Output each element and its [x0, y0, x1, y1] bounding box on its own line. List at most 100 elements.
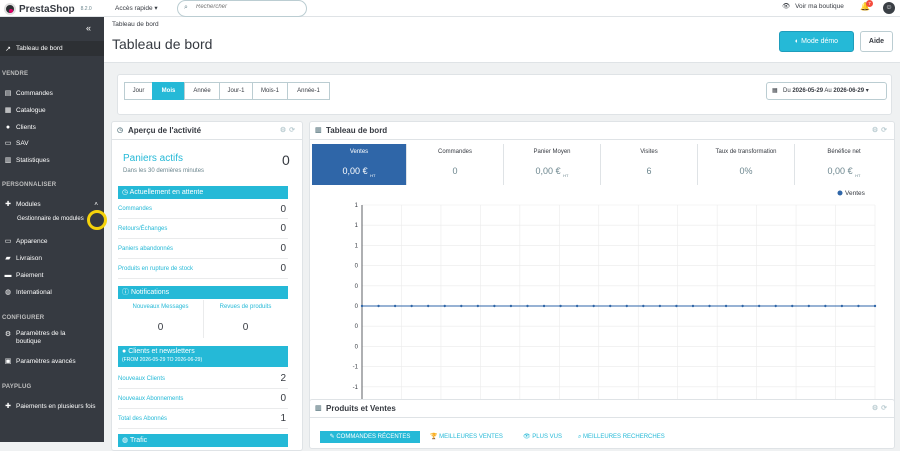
view-shop-label: Voir ma boutique [795, 3, 844, 10]
y-tick-label: 0 [355, 284, 359, 290]
search-box[interactable]: ⌕ [177, 0, 307, 17]
sales-data-point [393, 304, 397, 308]
refresh-icon[interactable]: ⟳ [289, 127, 298, 134]
config-icon[interactable]: ⚙ [872, 127, 881, 134]
eye-icon: 👁 [782, 3, 791, 10]
y-tick-label: 1 [355, 203, 359, 209]
notifications-section-header: ⓘ Notifications [118, 286, 288, 299]
collapse-sidebar-icon[interactable]: « [86, 23, 91, 33]
sidebar-item-catalog[interactable]: ▦ Catalogue [0, 104, 104, 116]
sidebar-item-customers[interactable]: ● Clients [0, 121, 104, 133]
active-carts-value: 0 [282, 152, 290, 168]
search-input[interactable] [196, 4, 296, 10]
sidebar-item-international[interactable]: ◍ International [0, 286, 104, 298]
sidebar-item-shop-params[interactable]: ⚙ Paramètres de la boutique [0, 330, 104, 350]
sales-data-point [824, 304, 827, 308]
sales-data-point [526, 304, 529, 308]
user-avatar[interactable]: ☺ [883, 2, 895, 14]
kpi-visits[interactable]: Visites 6 [601, 144, 698, 185]
sidebar-item-payplug-installments[interactable]: ✚ Paiements en plusieurs fois [0, 400, 104, 412]
tab-year-1[interactable]: Année-1 [287, 82, 330, 100]
chat-icon: ▭ [4, 140, 12, 147]
pending-row[interactable]: Paniers abandonnés 0 [118, 239, 288, 259]
y-tick-label: -1 [353, 385, 359, 391]
globe-icon: ◍ [122, 437, 130, 444]
sidebar-item-advanced-params[interactable]: ▣ Paramètres avancés [0, 355, 104, 367]
sidebar-item-modules[interactable]: ✚ Modules ˄ [0, 198, 104, 210]
y-tick-label: 0 [355, 324, 359, 330]
new-messages-value: 0 [157, 322, 164, 333]
tab-year[interactable]: Année [184, 82, 220, 100]
activity-card-header: ◷ Aperçu de l'activité ⚙⟳ [112, 122, 302, 140]
config-icon[interactable]: ⚙ [872, 405, 881, 412]
clock-icon: ◷ [117, 127, 124, 134]
refresh-icon[interactable]: ⟳ [881, 405, 890, 412]
sales-data-point [592, 304, 595, 308]
y-tick-label: 0 [355, 264, 359, 270]
product-reviews-label[interactable]: Revues de produits [203, 304, 288, 310]
date-range-picker[interactable]: ▦ Du 2026-05-29 Au 2026-06-29 ▾ [766, 82, 887, 100]
tab-month[interactable]: Mois [152, 82, 185, 100]
client-row[interactable]: Total des Abonnés 1 [118, 409, 288, 429]
chart-icon: ▥ [315, 127, 322, 134]
tab-top-searches[interactable]: ⌕ Meilleures recherches [578, 431, 665, 443]
kpi-net-profit[interactable]: Bénéfice net 0,00 € HT [795, 144, 893, 185]
sidebar-section-configure: CONFIGURER [2, 315, 45, 321]
sidebar-item-shipping[interactable]: ▰ Livraison [0, 252, 104, 264]
sales-data-point [625, 304, 628, 308]
legend-swatch [837, 190, 843, 196]
clock-icon: ◷ [122, 189, 130, 196]
sidebar-item-appearance[interactable]: ▭ Apparence [0, 235, 104, 247]
version-label: 8.2.0 [80, 6, 92, 12]
demo-mode-button[interactable]: ◐ Mode démo [779, 31, 854, 52]
eye-icon: 👁 [523, 434, 533, 440]
sales-data-point [609, 304, 612, 308]
sales-data-point [708, 304, 711, 308]
tab-recent-orders[interactable]: ✎ Commandes récentes [320, 431, 420, 443]
refresh-icon[interactable]: ⟳ [881, 127, 890, 134]
kpi-orders[interactable]: Commandes 0 [407, 144, 504, 185]
user-icon: ● [5, 123, 11, 131]
sales-data-point [642, 304, 645, 308]
sidebar-item-orders[interactable]: ▤ Commandes [0, 87, 104, 99]
prestashop-logo[interactable]: PrestaShop 8.2.0 [4, 3, 92, 15]
tab-month-1[interactable]: Mois-1 [252, 82, 288, 100]
kpi-average-cart[interactable]: Panier Moyen 0,00 € HT [504, 144, 601, 185]
new-messages-label[interactable]: Nouveaux Messages [118, 304, 203, 310]
sidebar-subitem-module-manager[interactable]: Gestionnaire de modules [17, 216, 84, 222]
active-carts-title[interactable]: Paniers actifs [123, 153, 183, 164]
pending-row[interactable]: Retours/Échanges 0 [118, 219, 288, 239]
quick-access-dropdown[interactable]: Accès rapide ▾ [115, 4, 158, 12]
dashboard-card-header: ▥ Tableau de bord ⚙⟳ [310, 122, 894, 140]
tab-day-1[interactable]: Jour-1 [219, 82, 253, 100]
trophy-icon: 🏆 [430, 434, 440, 440]
breadcrumb[interactable]: Tableau de bord [112, 21, 159, 28]
sales-data-point [509, 304, 513, 308]
pending-row[interactable]: Commandes 0 [118, 200, 288, 219]
monitor-icon: ▭ [4, 238, 12, 245]
client-row[interactable]: Nouveaux Clients 2 [118, 369, 288, 389]
tab-best-sellers[interactable]: 🏆 Meilleures ventes [430, 431, 503, 443]
client-row[interactable]: Nouveaux Abonnements 0 [118, 389, 288, 409]
config-icon[interactable]: ⚙ [280, 127, 289, 134]
pending-section-header: ◷ Actuellement en attente [118, 186, 288, 199]
tab-most-viewed[interactable]: 👁 Plus vus [523, 431, 562, 443]
tab-day[interactable]: Jour [124, 82, 153, 100]
help-button[interactable]: Aide [860, 31, 893, 52]
pending-row[interactable]: Produits en rupture de stock 0 [118, 259, 288, 279]
kpi-sales[interactable]: Ventes 0,00 € HT [312, 144, 407, 185]
search-icon: ⌕ [184, 4, 188, 11]
kpi-conversion-rate[interactable]: Taux de transformation 0% [698, 144, 795, 185]
puzzle-icon: ✚ [5, 403, 11, 410]
sidebar-item-payment[interactable]: ▬ Paiement [0, 269, 104, 281]
sidebar-section-customize: PERSONNALISER [2, 182, 57, 188]
sidebar-item-stats[interactable]: ▥ Statistiques [0, 154, 104, 166]
brand-name: PrestaShop [19, 3, 75, 15]
sidebar-item-dashboard[interactable]: ↗ Tableau de bord [0, 41, 104, 56]
page-header: Tableau de bord Tableau de bord ◐ Mode d… [104, 17, 900, 63]
sales-data-point [658, 304, 662, 308]
sidebar-item-sav[interactable]: ▭ SAV [0, 137, 104, 149]
main-content: Jour Mois Année Jour-1 Mois-1 Année-1 ▦ … [104, 63, 900, 451]
date-filter-bar: Jour Mois Année Jour-1 Mois-1 Année-1 ▦ … [117, 74, 892, 115]
view-shop-link[interactable]: 👁 Voir ma boutique [782, 2, 844, 10]
